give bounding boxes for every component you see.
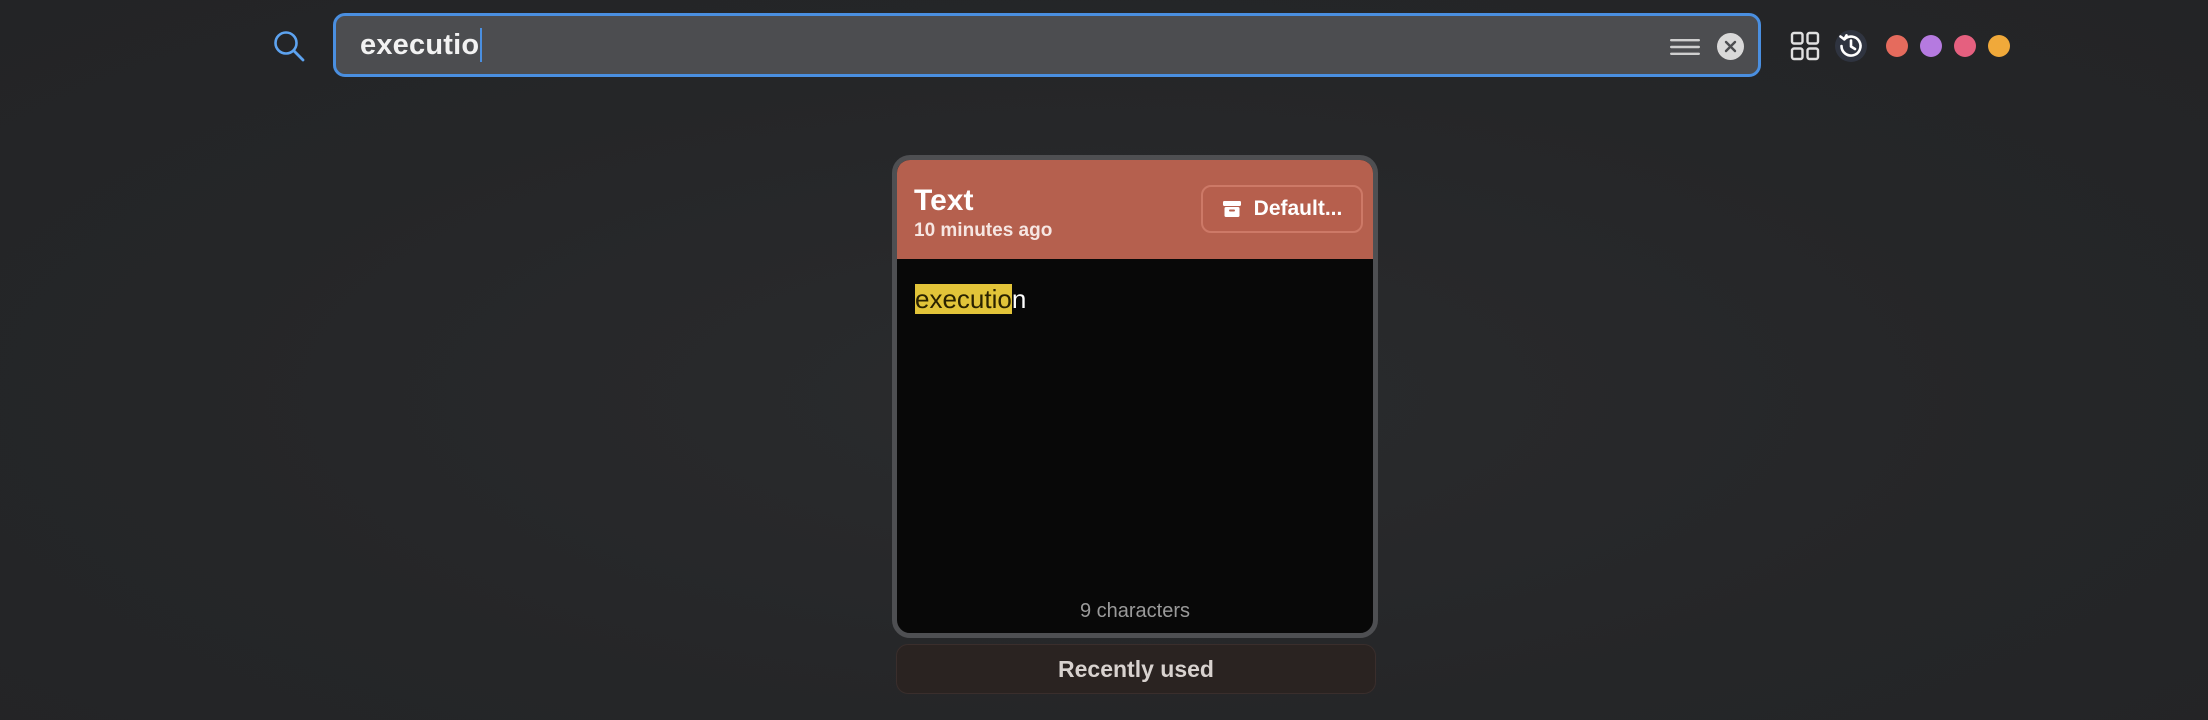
search-match-highlight: executio — [915, 284, 1012, 314]
card-header: Text 10 minutes ago Default... — [897, 160, 1373, 259]
list-icon[interactable] — [1670, 38, 1700, 56]
pinboard-button[interactable]: Default... — [1201, 185, 1363, 233]
search-icon[interactable] — [272, 29, 306, 63]
grid-view-icon[interactable] — [1790, 31, 1820, 61]
recently-used-label: Recently used — [896, 644, 1376, 694]
pinboard-button-label: Default... — [1253, 197, 1343, 220]
color-filter-pink[interactable] — [1954, 35, 1976, 57]
clear-search-icon[interactable] — [1717, 33, 1744, 60]
card-type-label: Text — [914, 184, 974, 217]
search-input[interactable]: executio — [333, 13, 1761, 77]
close-icon — [1724, 40, 1737, 53]
color-filter-orange[interactable] — [1988, 35, 2010, 57]
card-body: execution 9 characters — [897, 259, 1373, 633]
clipboard-item-card[interactable]: Text 10 minutes ago Default... execution… — [892, 155, 1378, 638]
content-remainder: n — [1011, 284, 1027, 314]
search-query: executio — [360, 28, 480, 61]
color-filter-red[interactable] — [1886, 35, 1908, 57]
archive-icon — [1222, 201, 1241, 217]
clipboard-app: executio Text 10 minutes ago Default... … — [0, 0, 2208, 720]
card-timestamp: 10 minutes ago — [914, 220, 1053, 241]
toolbar — [1790, 28, 2022, 64]
card-content-text: execution — [915, 283, 1026, 315]
history-icon[interactable] — [1834, 29, 1868, 63]
text-caret — [480, 28, 483, 62]
character-count: 9 characters — [1079, 600, 1191, 622]
color-filter-purple[interactable] — [1920, 35, 1942, 57]
